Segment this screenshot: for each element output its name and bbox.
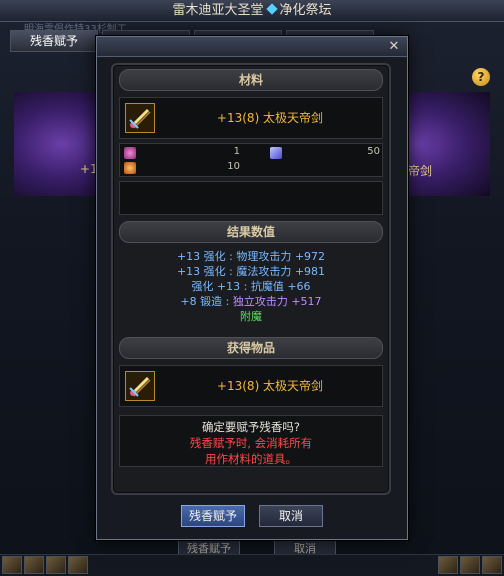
confirm-warning-line-1: 残香赋予时, 会消耗所有: [189, 436, 313, 450]
result-line: +13 强化 : 物理攻击力 +972: [113, 249, 389, 264]
cancel-button[interactable]: 取消: [259, 505, 323, 527]
result-segment: 强化 +13 : 抗魔值 +66: [191, 280, 311, 293]
window-title-left: 雷木迪亚大圣堂: [172, 3, 264, 18]
confirm-button[interactable]: 残香赋予: [181, 505, 245, 527]
result-segment: +13 强化 : 魔法攻击力 +981: [176, 265, 326, 278]
dialog-titlebar: ✕: [97, 37, 407, 57]
hotbar-slot[interactable]: [482, 556, 502, 574]
hotbar-slot[interactable]: [24, 556, 44, 574]
result-line: 附魔: [113, 309, 389, 324]
result-segment: 独立攻击力 +517: [232, 295, 322, 308]
diamond-icon: [265, 3, 278, 15]
material-qty: 1: [233, 146, 240, 157]
pink-crystal-icon: [124, 147, 136, 159]
tab-residual-scent[interactable]: 残香赋予: [10, 30, 98, 52]
obtained-item-name: +13(8) 太极天帝剑: [216, 379, 324, 393]
hotbar-slot[interactable]: [460, 556, 480, 574]
obtained-header: 获得物品: [119, 337, 383, 359]
hotbar-slot[interactable]: [2, 556, 22, 574]
hotbar-slot[interactable]: [46, 556, 66, 574]
results-header: 结果数值: [119, 221, 383, 243]
sword-icon: [125, 103, 155, 133]
result-segment: +8 锻造 :: [180, 295, 233, 308]
residual-scent-dialog: ✕ 材料 +13(8) 太极天帝剑 1 50 10 结果数值 +13 强化: …: [96, 36, 408, 540]
dialog-content: 材料 +13(8) 太极天帝剑 1 50 10 结果数值 +13 强化: 物理…: [111, 63, 391, 495]
dialog-buttons: 残香赋予 取消: [97, 505, 407, 527]
help-icon[interactable]: ?: [472, 68, 490, 86]
material-list: 1 50 10: [119, 143, 383, 177]
hotbar-slot[interactable]: [68, 556, 88, 574]
window-title-right: 净化祭坛: [279, 3, 332, 18]
result-segment: +13 强化 : 物理攻击力 +972: [176, 250, 326, 263]
hotbar: [0, 554, 504, 576]
window-title: 雷木迪亚大圣堂 净化祭坛: [0, 0, 504, 22]
result-line: +8 锻造 : 独立攻击力 +517: [113, 294, 389, 309]
confirm-question: 确定要赋予残香吗?: [201, 420, 301, 434]
close-icon[interactable]: ✕: [387, 40, 401, 54]
material-qty: 50: [367, 146, 380, 157]
sword-icon: [125, 371, 155, 401]
result-line: +13 强化 : 魔法攻击力 +981: [113, 264, 389, 279]
result-stats: +13 强化 : 物理攻击力 +972 +13 强化 : 魔法攻击力 +981 强化…: [113, 249, 389, 324]
material-empty-slot: [119, 181, 383, 215]
material-qty: 10: [227, 161, 240, 172]
right-banner-text: 帝剑: [408, 164, 433, 178]
blue-shard-icon: [270, 147, 282, 159]
confirm-message: 确定要赋予残香吗? 残香赋予时, 会消耗所有 用作材料的道具。: [119, 415, 383, 467]
material-item-name: +13(8) 太极天帝剑: [216, 111, 324, 125]
obtained-item-slot[interactable]: +13(8) 太极天帝剑: [119, 365, 383, 407]
orange-fragment-icon: [124, 162, 136, 174]
result-line: 强化 +13 : 抗魔值 +66: [113, 279, 389, 294]
result-segment: 附魔: [240, 310, 262, 323]
materials-header: 材料: [119, 69, 383, 91]
hotbar-slot[interactable]: [438, 556, 458, 574]
material-item-slot[interactable]: +13(8) 太极天帝剑: [119, 97, 383, 139]
confirm-warning-line-2: 用作材料的道具。: [205, 452, 297, 466]
